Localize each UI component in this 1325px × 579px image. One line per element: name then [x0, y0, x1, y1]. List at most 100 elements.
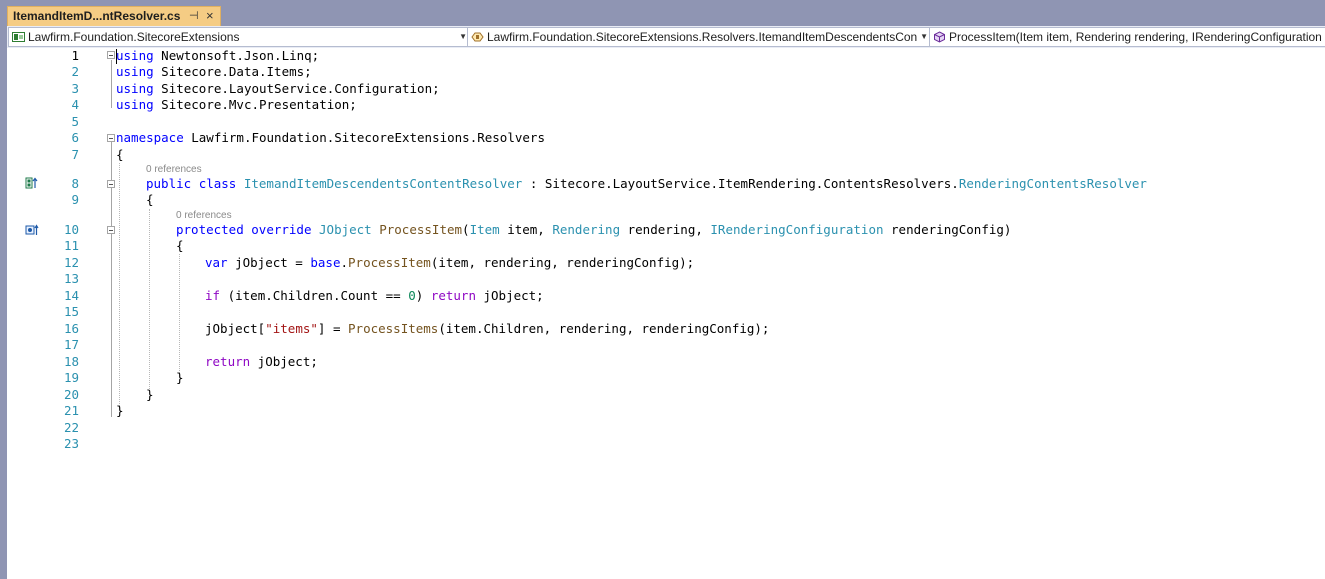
line-number: 21	[63, 403, 79, 418]
project-dropdown-value: Lawfirm.Foundation.SitecoreExtensions	[28, 30, 240, 44]
close-icon[interactable]: ×	[206, 6, 214, 25]
collapse-icon[interactable]	[107, 226, 115, 234]
code-line-10[interactable]: protected override JObject ProcessItem(I…	[176, 222, 1011, 239]
line-number: 17	[63, 337, 79, 352]
keyword: namespace	[116, 130, 184, 145]
code-text: : Sitecore.LayoutService.ItemRendering.C…	[522, 176, 959, 191]
code-editor[interactable]	[23, 48, 1325, 579]
code-line-2[interactable]: using Sitecore.Data.Items;	[116, 64, 312, 81]
line-number: 11	[63, 238, 79, 253]
indicator-margin	[7, 48, 23, 579]
code-text: )	[415, 288, 431, 303]
code-text: Sitecore.LayoutService.Configuration;	[153, 81, 440, 96]
line-number: 22	[63, 420, 79, 435]
keyword: class	[198, 176, 237, 191]
keyword: using	[116, 97, 154, 112]
line-number: 6	[71, 130, 79, 145]
code-line-7[interactable]: {	[116, 147, 124, 164]
code-line-12[interactable]: var jObject = base.ProcessItem(item, ren…	[205, 255, 694, 272]
outline-bar	[111, 60, 112, 108]
project-dropdown[interactable]: Lawfirm.Foundation.SitecoreExtensions ▼	[8, 27, 471, 47]
line-number: 15	[63, 304, 79, 319]
line-number: 8	[71, 176, 79, 191]
line-number: 4	[71, 97, 79, 112]
control-keyword: return	[430, 288, 476, 303]
code-line-9[interactable]: {	[146, 192, 154, 209]
code-line-6[interactable]: namespace Lawfirm.Foundation.SitecoreExt…	[116, 130, 545, 147]
code-text: jObject[	[205, 321, 266, 336]
code-line-3[interactable]: using Sitecore.LayoutService.Configurati…	[116, 81, 440, 98]
code-text: Sitecore.Mvc.Presentation;	[153, 97, 357, 112]
type-name: ItemandItemDescendentsContentResolver	[243, 176, 523, 191]
control-keyword: if	[205, 288, 221, 303]
keyword: using	[116, 48, 154, 63]
keyword: var	[205, 255, 228, 270]
indent-guide	[179, 254, 180, 373]
line-number: 9	[71, 192, 79, 207]
keyword: using	[116, 81, 154, 96]
line-number: 18	[63, 354, 79, 369]
indent-guide	[149, 209, 150, 389]
code-text: ] =	[317, 321, 349, 336]
line-number: 1	[71, 48, 79, 63]
code-text: (item.Children.Count ==	[220, 288, 409, 303]
collapse-icon[interactable]	[107, 51, 115, 59]
codelens-references[interactable]: 0 references	[176, 210, 232, 222]
code-line-20[interactable]: }	[146, 387, 154, 404]
code-line-21[interactable]: }	[116, 403, 124, 420]
method-icon	[934, 31, 945, 43]
type-name: JObject	[319, 222, 372, 237]
keyword: public	[146, 176, 192, 191]
window-left-border	[0, 0, 7, 579]
code-line-8[interactable]: public class ItemandItemDescendentsConte…	[146, 176, 1147, 193]
code-line-18[interactable]: return jObject;	[205, 354, 318, 371]
control-keyword: return	[205, 354, 251, 369]
type-name: RenderingContentsResolver	[958, 176, 1147, 191]
line-number: 16	[63, 321, 79, 336]
number-literal: 0	[408, 288, 416, 303]
code-text: jObject;	[250, 354, 318, 369]
collapse-icon[interactable]	[107, 134, 115, 142]
code-line-11[interactable]: {	[176, 238, 184, 255]
document-tab[interactable]: ItemandItemD...ntResolver.cs ⊣ ×	[7, 6, 221, 26]
method-name: ProcessItem	[348, 255, 431, 270]
code-line-14[interactable]: if (item.Children.Count == 0) return jOb…	[205, 288, 544, 305]
line-number: 12	[63, 255, 79, 270]
type-dropdown-value: Lawfirm.Foundation.SitecoreExtensions.Re…	[487, 30, 918, 44]
class-icon	[471, 32, 484, 42]
method-name: ProcessItems	[348, 321, 439, 336]
code-line-16[interactable]: jObject["items"] = ProcessItems(item.Chi…	[205, 321, 769, 338]
line-number: 2	[71, 64, 79, 79]
code-text: jObject =	[227, 255, 311, 270]
string-literal: "items"	[265, 321, 318, 336]
code-line-1[interactable]: using Newtonsoft.Json.Linq;	[116, 48, 319, 65]
code-text: jObject;	[475, 288, 544, 303]
type-name: IRenderingConfiguration	[710, 222, 884, 237]
codelens-references[interactable]: 0 references	[146, 164, 202, 176]
line-number: 10	[63, 222, 79, 237]
line-number: 19	[63, 370, 79, 385]
code-text: Sitecore.Data.Items;	[153, 64, 312, 79]
code-text: item,	[499, 222, 553, 237]
code-text: (item, rendering, renderingConfig);	[430, 255, 695, 270]
line-number: 20	[63, 387, 79, 402]
chevron-down-icon[interactable]: ▼	[459, 28, 467, 46]
collapse-icon[interactable]	[107, 180, 115, 188]
method-name: ProcessItem	[379, 222, 463, 237]
member-dropdown-value: ProcessItem(Item item, Rendering renderi…	[949, 30, 1325, 44]
pin-icon[interactable]: ⊣	[189, 7, 199, 26]
type-dropdown[interactable]: Lawfirm.Foundation.SitecoreExtensions.Re…	[467, 27, 932, 47]
code-line-4[interactable]: using Sitecore.Mvc.Presentation;	[116, 97, 357, 114]
indent-guide	[119, 163, 120, 408]
keyword: base	[310, 255, 341, 270]
type-name: Item	[469, 222, 500, 237]
code-line-19[interactable]: }	[176, 370, 184, 387]
chevron-down-icon[interactable]: ▼	[920, 28, 928, 46]
code-text: .	[340, 255, 349, 270]
keyword: override	[251, 222, 312, 237]
code-text: (item.Children, rendering, renderingConf…	[438, 321, 770, 336]
member-dropdown[interactable]: ProcessItem(Item item, Rendering renderi…	[929, 27, 1325, 47]
navigation-bar: Lawfirm.Foundation.SitecoreExtensions ▼ …	[7, 26, 1325, 48]
